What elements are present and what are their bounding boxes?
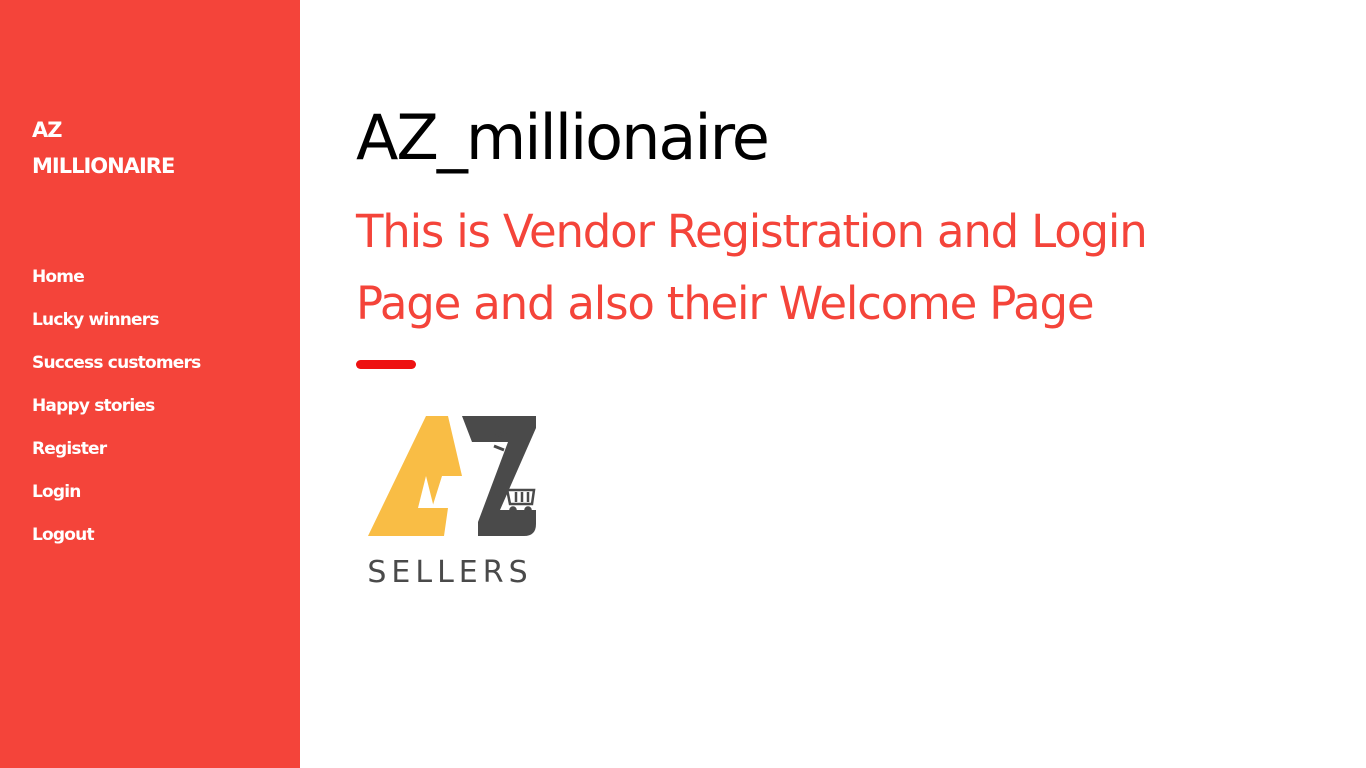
nav-link-lucky-winners[interactable]: Lucky winners [32,305,200,348]
sidebar: AZ MILLIONAIRE Home Lucky winners Succes… [0,0,300,768]
nav-link-register[interactable]: Register [32,434,200,477]
brand-line-1: AZ [32,118,62,142]
subtitle-line-1: This is Vendor Registration and Login [356,205,1148,258]
nav-link-login[interactable]: Login [32,477,200,520]
sidebar-nav: Home Lucky winners Success customers Hap… [32,262,201,563]
nav-link-happy-stories[interactable]: Happy stories [32,391,200,434]
brand-line-2: MILLIONAIRE [32,154,175,178]
nav-link-success-customers[interactable]: Success customers [32,348,201,391]
nav-link-home[interactable]: Home [32,262,200,305]
main-content: AZ_millionaire This is Vendor Registrati… [356,0,1316,768]
accent-divider [356,360,416,369]
logo-sellers-text: SELLERS [367,555,532,590]
page-title: AZ_millionaire [356,101,770,174]
logo-letter-a [368,416,462,536]
nav-link-logout[interactable]: Logout [32,520,200,563]
subtitle-line-2: Page and also their Welcome Page [356,277,1095,330]
az-sellers-logo: SELLERS [367,416,536,590]
brand-logo-text[interactable]: AZ MILLIONAIRE [32,112,192,184]
page-subtitle: This is Vendor Registration and Login Pa… [356,196,1276,340]
